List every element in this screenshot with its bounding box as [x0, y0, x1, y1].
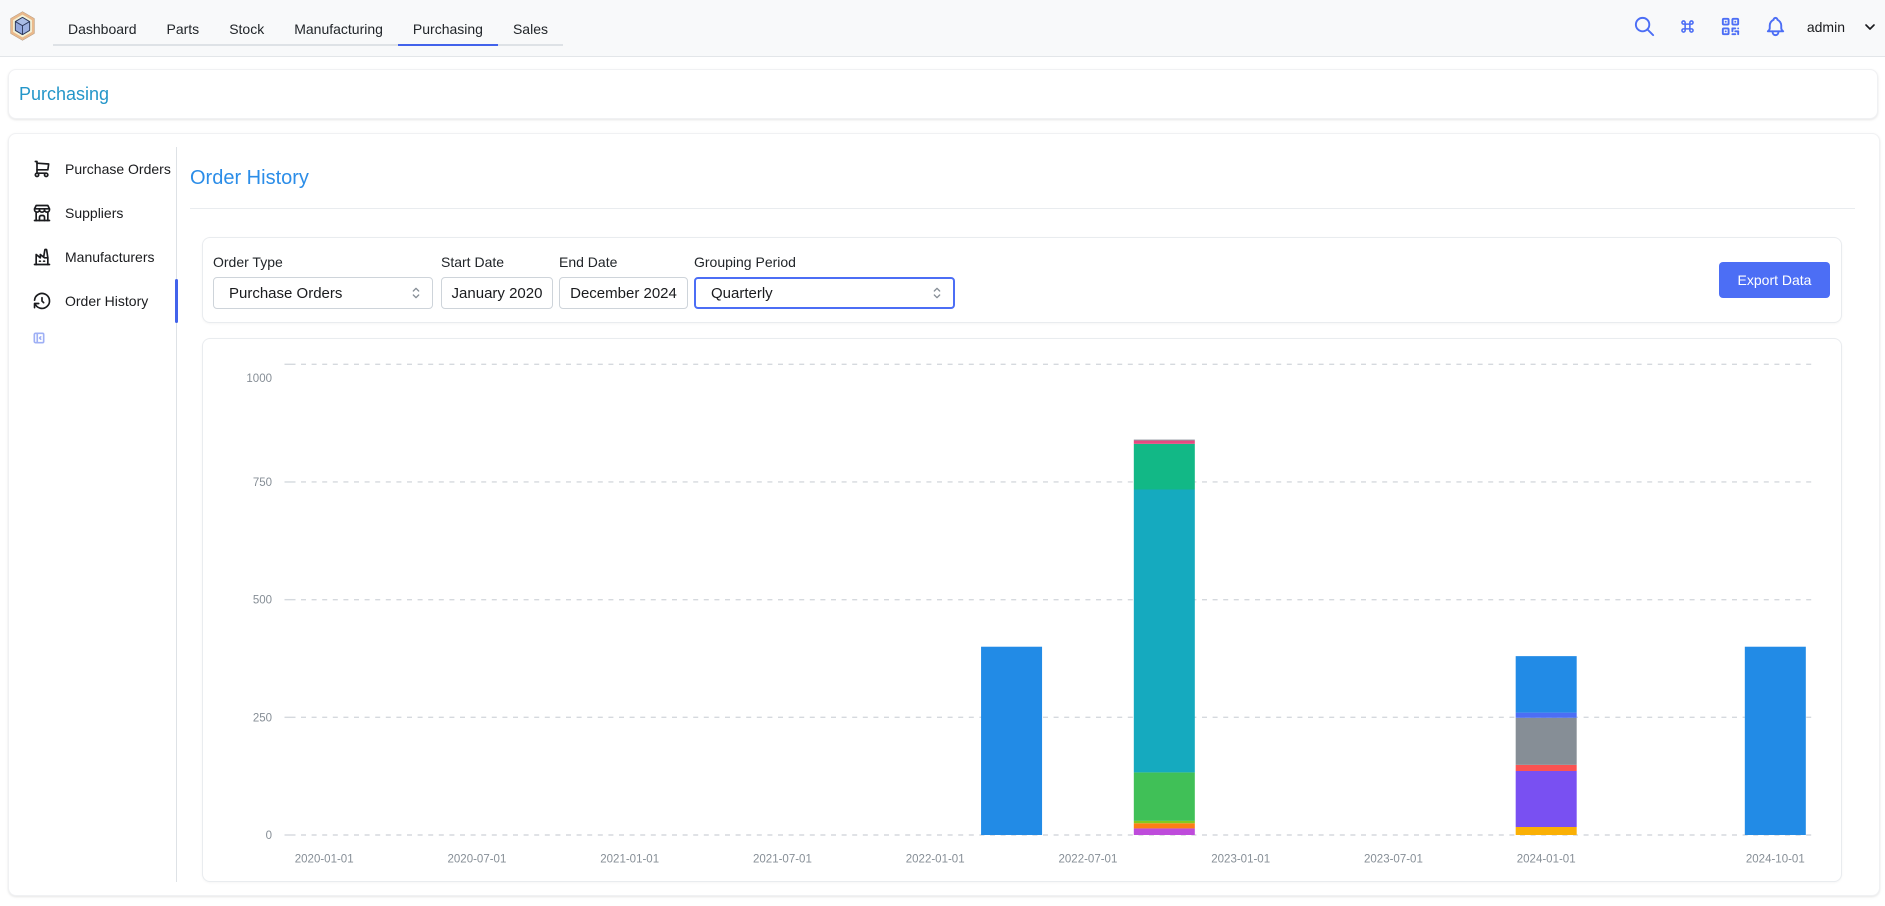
order-history-bar-chart: 0 250 500 750 1000 2020-01-01 2020-07-01 2021-0…	[203, 339, 1841, 881]
panel-sidebar: Purchase Orders Suppliers Manufacturers	[9, 134, 177, 895]
inventree-logo-icon	[10, 11, 35, 41]
export-data-button[interactable]: Export Data	[1719, 262, 1830, 298]
bar-segment-orange[interactable]	[1134, 823, 1195, 828]
x-tick-label: 2022-01-01	[906, 854, 965, 866]
panel-content: Order History Order Type Purchase Orders…	[190, 134, 1879, 895]
bar-segment-cyan[interactable]	[1134, 490, 1195, 773]
sidebar-item-order-history[interactable]: Order History	[9, 279, 177, 323]
x-tick-label: 2024-01-01	[1517, 854, 1576, 866]
bar-segment-blue[interactable]	[1745, 647, 1806, 835]
main-panel-card: Purchase Orders Suppliers Manufacturers	[8, 133, 1880, 896]
filter-label: Order Type	[213, 252, 433, 272]
filter-card: Order Type Purchase Orders Start Date Ja…	[202, 237, 1842, 323]
sidebar-item-label: Manufacturers	[65, 249, 154, 265]
x-tick-label: 2023-07-01	[1364, 854, 1423, 866]
sidebar-item-label: Purchase Orders	[65, 161, 171, 177]
sidebar-item-label: Order History	[65, 293, 148, 309]
search-icon[interactable]	[1631, 13, 1659, 41]
end-date-input[interactable]: December 2024	[559, 277, 688, 309]
selector-icon	[929, 285, 945, 301]
x-tick-label: 2021-07-01	[753, 854, 812, 866]
y-tick-label: 0	[266, 830, 272, 842]
filter-label: End Date	[559, 252, 688, 272]
bar-segment-lime[interactable]	[1134, 821, 1195, 823]
bar-segment-gray[interactable]	[1516, 718, 1577, 765]
bar-segment-red[interactable]	[1516, 765, 1577, 771]
sidebar-divider	[176, 147, 177, 882]
title-divider	[190, 208, 1855, 209]
y-tick-label: 750	[253, 477, 272, 489]
qrcode-scan-icon[interactable]	[1717, 13, 1745, 41]
sidebar-left-collapse-icon[interactable]	[32, 331, 46, 345]
page-title: Order History	[190, 167, 309, 190]
end-date-value: December 2024	[570, 285, 677, 302]
tab-manufacturing[interactable]: Manufacturing	[279, 0, 398, 46]
order-type-select[interactable]: Purchase Orders	[213, 277, 433, 309]
chevron-down-icon	[1862, 19, 1878, 35]
filter-label: Grouping Period	[694, 252, 955, 272]
x-tick-label: 2020-07-01	[448, 854, 507, 866]
filter-group-order-type: Order Type Purchase Orders	[213, 252, 433, 309]
bar-segment-blue[interactable]	[981, 647, 1042, 835]
tab-parts[interactable]: Parts	[152, 0, 215, 46]
tab-sales[interactable]: Sales	[498, 0, 563, 46]
grouping-period-select[interactable]: Quarterly	[694, 277, 955, 309]
bar-segment-indigo[interactable]	[1516, 713, 1577, 718]
tab-dashboard[interactable]: Dashboard	[53, 0, 152, 46]
y-tick-label: 500	[253, 595, 272, 607]
filter-group-start-date: Start Date January 2020	[441, 252, 553, 309]
bar-segment-grape[interactable]	[1134, 828, 1195, 835]
grouping-period-value: Quarterly	[711, 285, 773, 302]
shopping-cart-icon	[32, 159, 52, 179]
navbar-actions: admin	[1631, 0, 1885, 55]
y-tick-label: 1000	[246, 373, 272, 385]
bar-segment-violet[interactable]	[1516, 771, 1577, 827]
order-type-value: Purchase Orders	[229, 285, 342, 302]
tab-purchasing[interactable]: Purchasing	[398, 0, 498, 46]
sidebar-item-label: Suppliers	[65, 205, 123, 221]
x-tick-label: 2020-01-01	[295, 854, 354, 866]
x-tick-label: 2022-07-01	[1059, 854, 1118, 866]
bar-segment-pink[interactable]	[1134, 441, 1195, 444]
sidebar-item-manufacturers[interactable]: Manufacturers	[9, 235, 177, 279]
main-nav-tabs: Dashboard Parts Stock Manufacturing Purc…	[53, 0, 563, 46]
user-menu[interactable]: admin	[1807, 19, 1885, 35]
x-tick-label: 2023-01-01	[1211, 854, 1270, 866]
breadcrumb-bar: Purchasing	[8, 69, 1878, 119]
selector-icon	[408, 285, 424, 301]
bar-segment-gray[interactable]	[1134, 440, 1195, 441]
y-tick-label: 250	[253, 712, 272, 724]
bar-segment-yellow[interactable]	[1516, 827, 1577, 835]
bar-segment-teal[interactable]	[1134, 444, 1195, 490]
breadcrumb-item-purchasing[interactable]: Purchasing	[19, 70, 109, 118]
x-tick-label: 2021-01-01	[600, 854, 659, 866]
filter-group-end-date: End Date December 2024	[559, 252, 688, 309]
bar-segment-blue[interactable]	[1516, 656, 1577, 712]
filter-label: Start Date	[441, 252, 553, 272]
user-name: admin	[1807, 19, 1845, 35]
tab-stock[interactable]: Stock	[214, 0, 279, 46]
filter-group-grouping-period: Grouping Period Quarterly	[694, 252, 955, 309]
history-icon	[32, 291, 52, 311]
start-date-value: January 2020	[452, 285, 543, 302]
bell-icon[interactable]	[1762, 13, 1790, 41]
sidebar-active-indicator	[175, 279, 178, 323]
building-factory-icon	[32, 247, 52, 267]
sidebar-item-suppliers[interactable]: Suppliers	[9, 191, 177, 235]
order-history-chart-card: 0 250 500 750 1000 2020-01-01 2020-07-01 2021-0…	[202, 338, 1842, 882]
bar-segment-green[interactable]	[1134, 772, 1195, 820]
command-icon[interactable]	[1674, 13, 1702, 41]
top-navbar: Dashboard Parts Stock Manufacturing Purc…	[0, 0, 1885, 57]
x-tick-label: 2024-10-01	[1746, 854, 1805, 866]
sidebar-item-purchase-orders[interactable]: Purchase Orders	[9, 147, 177, 191]
start-date-input[interactable]: January 2020	[441, 277, 553, 309]
app-logo[interactable]	[10, 11, 35, 41]
building-store-icon	[32, 203, 52, 223]
